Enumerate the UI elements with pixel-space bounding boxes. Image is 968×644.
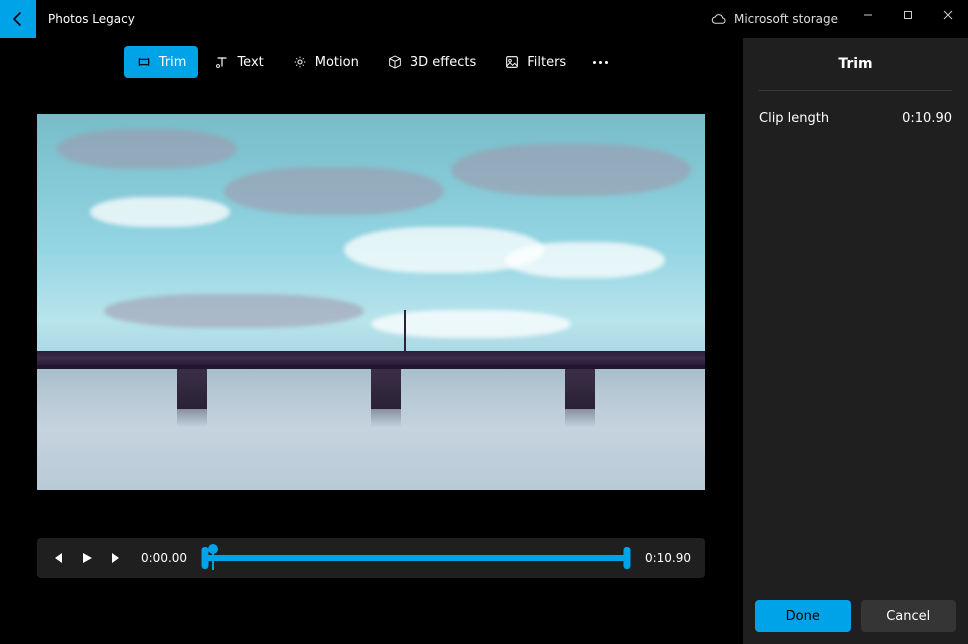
cube-icon [387,54,403,70]
panel-title: Trim [759,38,952,91]
ellipsis-icon [593,61,608,64]
trim-range [205,555,627,561]
minimize-icon [863,10,873,20]
more-options-button[interactable] [582,46,618,78]
minimize-button[interactable] [848,0,888,30]
title-bar: Photos Legacy Microsoft storage [0,0,968,38]
tool-trim-label: Trim [159,55,187,70]
done-label: Done [786,609,820,624]
close-button[interactable] [928,0,968,30]
back-button[interactable] [0,0,36,38]
trim-track[interactable] [205,538,627,578]
tool-motion[interactable]: Motion [280,46,371,78]
video-preview[interactable] [37,114,705,490]
maximize-button[interactable] [888,0,928,30]
clip-length-value: 0:10.90 [902,111,952,126]
app-title: Photos Legacy [48,12,135,26]
play-icon [81,552,93,564]
close-icon [943,10,953,20]
cloud-icon [711,12,726,27]
tool-filters-label: Filters [527,55,566,70]
trim-end-handle[interactable] [623,547,630,569]
playhead-line [212,552,214,570]
tool-text[interactable]: Text [202,46,275,78]
clip-length-label: Clip length [759,111,829,126]
step-back-icon [51,552,63,564]
cancel-label: Cancel [886,609,930,624]
play-button[interactable] [81,552,93,564]
tool-text-label: Text [237,55,263,70]
playback-controls: 0:00.00 0:10.90 [37,538,705,578]
trim-icon [136,54,152,70]
next-frame-button[interactable] [111,552,123,564]
cancel-button[interactable]: Cancel [861,600,957,632]
arrow-left-icon [10,11,26,27]
trim-start-handle[interactable] [202,547,209,569]
text-icon [214,54,230,70]
tool-trim[interactable]: Trim [124,46,199,78]
tool-3d-effects[interactable]: 3D effects [375,46,488,78]
trim-panel: Trim Clip length 0:10.90 Done Cancel [742,38,968,644]
tool-motion-label: Motion [315,55,359,70]
tool-filters[interactable]: Filters [492,46,578,78]
editor-main: Trim Text Motion 3D effec [0,38,742,644]
editor-toolbar: Trim Text Motion 3D effec [124,44,618,80]
maximize-icon [903,10,913,20]
filters-icon [504,54,520,70]
start-time-label: 0:00.00 [141,551,187,565]
tool-3d-effects-label: 3D effects [410,55,476,70]
previous-frame-button[interactable] [51,552,63,564]
end-time-label: 0:10.90 [645,551,691,565]
window-controls [848,0,968,30]
step-forward-icon [111,552,123,564]
done-button[interactable]: Done [755,600,851,632]
motion-icon [292,54,308,70]
storage-label: Microsoft storage [734,12,838,26]
microsoft-storage-button[interactable]: Microsoft storage [711,0,838,38]
